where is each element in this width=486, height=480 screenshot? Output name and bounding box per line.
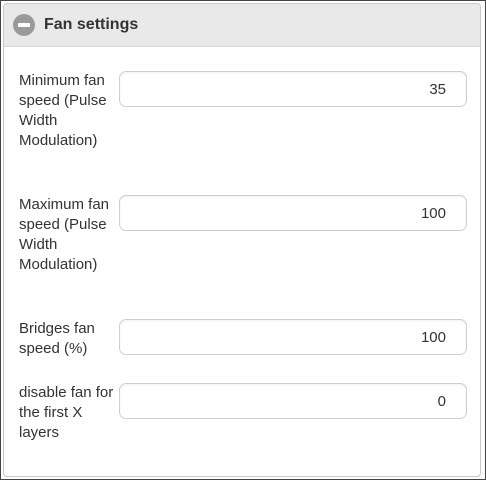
min-fan-speed-input[interactable] <box>119 71 467 107</box>
max-fan-speed-label: Maximum fan speed (Pulse Width Modulatio… <box>19 196 110 273</box>
bridges-fan-speed-label: Bridges fan speed (%) <box>19 320 95 357</box>
min-fan-speed-label: Minimum fan speed (Pulse Width Modulatio… <box>19 72 107 149</box>
disable-fan-layers-input[interactable] <box>119 383 467 419</box>
fan-settings-header[interactable]: Fan settings <box>4 4 480 47</box>
panel-frame: Fan settings Minimum fan speed (Pulse Wi… <box>3 3 481 477</box>
bridges-fan-speed-input[interactable] <box>119 319 467 355</box>
panel-title: Fan settings <box>44 16 139 33</box>
max-fan-speed-input[interactable] <box>119 195 467 231</box>
minus-circle-icon[interactable] <box>13 14 35 36</box>
fan-settings-panel: Fan settings Minimum fan speed (Pulse Wi… <box>0 0 486 480</box>
disable-fan-layers-label: disable fan for the first X layers <box>19 384 114 441</box>
